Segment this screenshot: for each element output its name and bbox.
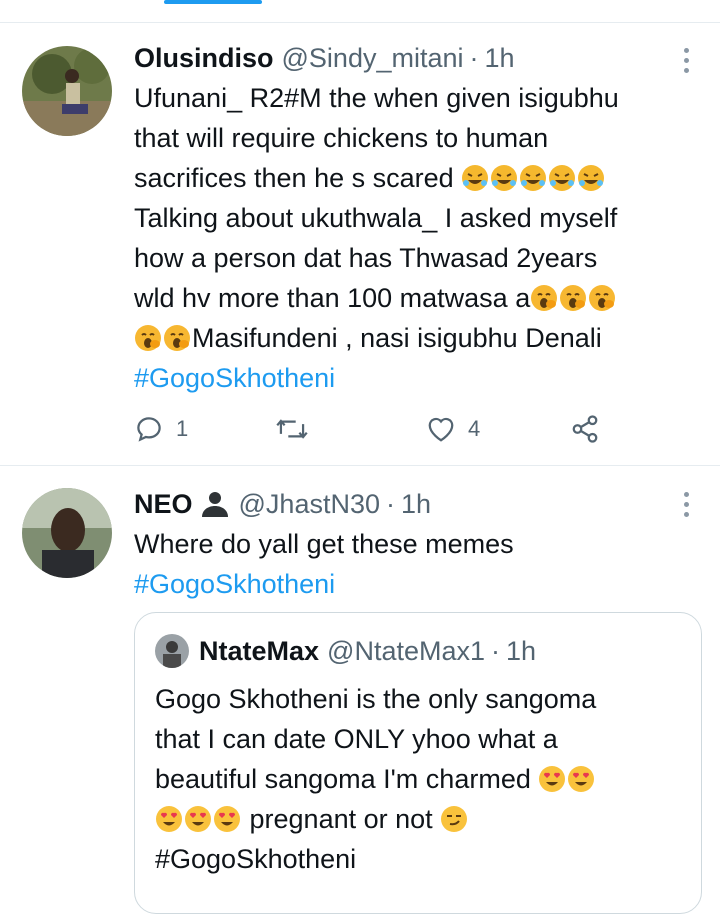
heart-icon xyxy=(428,417,454,442)
text-line: #GogoSkhotheni xyxy=(155,844,357,874)
share-button[interactable] xyxy=(570,414,600,444)
like-count: 4 xyxy=(468,416,481,441)
tweet-header: NEO @JhastN30 · 1h xyxy=(134,484,670,524)
rofl-emoji xyxy=(519,164,547,192)
hashtag-link[interactable]: #GogoSkhotheni xyxy=(134,564,670,604)
text-line: pregnant or not xyxy=(155,799,681,839)
tweet-2[interactable]: NEO @JhastN30 · 1h Where do yall get the… xyxy=(0,466,720,914)
display-name[interactable]: NtateMax xyxy=(199,631,319,671)
hashtag-link[interactable]: #GogoSkhotheni xyxy=(134,358,670,398)
rofl-emoji xyxy=(461,164,489,192)
text-segment: Masifundeni , nasi isigubhu Denali xyxy=(192,323,602,353)
user-handle[interactable]: @Sindy_mitani xyxy=(282,38,464,78)
yawning-emoji xyxy=(134,324,162,352)
reply-button[interactable]: 1 xyxy=(134,414,276,444)
reply-icon xyxy=(137,417,161,442)
person-silhouette-emoji xyxy=(201,492,228,517)
user-handle[interactable]: @JhastN30 xyxy=(239,484,380,524)
heart-eyes-emoji xyxy=(184,805,212,833)
user-handle[interactable]: @NtateMax1 xyxy=(327,631,485,671)
retweet-button[interactable] xyxy=(276,414,426,444)
separator: · xyxy=(469,43,479,73)
text-line: wld hv more than 100 matwasa a xyxy=(134,278,670,318)
text-line: Gogo Skhotheni is the only sangoma xyxy=(155,684,597,714)
heart-eyes-emoji xyxy=(538,765,566,793)
text-line: Talking about ukuthwala_ I asked myself xyxy=(134,203,618,233)
yawning-emoji xyxy=(530,284,558,312)
like-button[interactable]: 4 xyxy=(426,415,570,443)
timestamp[interactable]: 1h xyxy=(401,484,431,524)
text-line: sacrifices then he s scared xyxy=(134,158,670,198)
retweet-icon xyxy=(276,419,308,439)
separator: · xyxy=(386,489,395,519)
text-line: that will require chickens to human xyxy=(134,123,549,153)
yawning-emoji xyxy=(559,284,587,312)
avatar[interactable] xyxy=(22,46,112,136)
yawning-emoji xyxy=(588,284,616,312)
avatar[interactable] xyxy=(22,488,112,578)
text-line: beautiful sangoma I'm charmed xyxy=(155,759,681,799)
separator: · xyxy=(491,636,501,666)
tweet-text: Ufunani_ R2#M the when given isigubhu th… xyxy=(134,78,670,398)
quote-header: NtateMax @NtateMax1 · 1h xyxy=(155,631,536,671)
text-line: that I can date ONLY yhoo what a xyxy=(155,724,558,754)
timestamp[interactable]: 1h xyxy=(485,38,515,78)
heart-eyes-emoji xyxy=(213,805,241,833)
text-line: Masifundeni , nasi isigubhu Denali xyxy=(134,318,670,358)
avatar[interactable] xyxy=(155,634,189,668)
yawning-emoji xyxy=(163,324,191,352)
display-name[interactable]: NEO xyxy=(134,484,193,524)
smirk-emoji xyxy=(440,805,468,833)
text-segment: sacrifices then he s scared xyxy=(134,163,454,193)
text-line: how a person dat has Thwasad 2years xyxy=(134,243,598,273)
text-segment: wld hv more than 100 matwasa a xyxy=(134,283,531,313)
tweet-1[interactable]: Olusindiso @Sindy_mitani · 1h Ufunani_ R… xyxy=(0,22,720,465)
text-segment: beautiful sangoma I'm charmed xyxy=(155,764,531,794)
rofl-emoji-group xyxy=(461,163,606,193)
text-line: Ufunani_ R2#M the when given isigubhu xyxy=(134,83,619,113)
display-name[interactable]: Olusindiso xyxy=(134,38,274,78)
rofl-emoji xyxy=(548,164,576,192)
tweet-text: Where do yall get these memes #GogoSkhot… xyxy=(134,524,670,604)
tweet-header: Olusindiso @Sindy_mitani · 1h xyxy=(134,38,670,78)
reply-count: 1 xyxy=(176,416,189,441)
heart-eyes-emoji xyxy=(567,765,595,793)
rofl-emoji xyxy=(490,164,518,192)
more-icon[interactable] xyxy=(684,492,690,522)
heart-eyes-emoji xyxy=(155,805,183,833)
quoted-tweet[interactable]: NtateMax @NtateMax1 · 1h Gogo Skhotheni … xyxy=(134,612,702,914)
share-icon xyxy=(572,415,598,443)
text-line: Where do yall get these memes xyxy=(134,529,514,559)
tab-indicator xyxy=(164,0,262,4)
rofl-emoji xyxy=(577,164,605,192)
more-icon[interactable] xyxy=(684,48,690,78)
text-segment: pregnant or not xyxy=(249,804,433,834)
quote-text: Gogo Skhotheni is the only sangoma that … xyxy=(155,679,681,879)
timestamp[interactable]: 1h xyxy=(506,631,536,671)
